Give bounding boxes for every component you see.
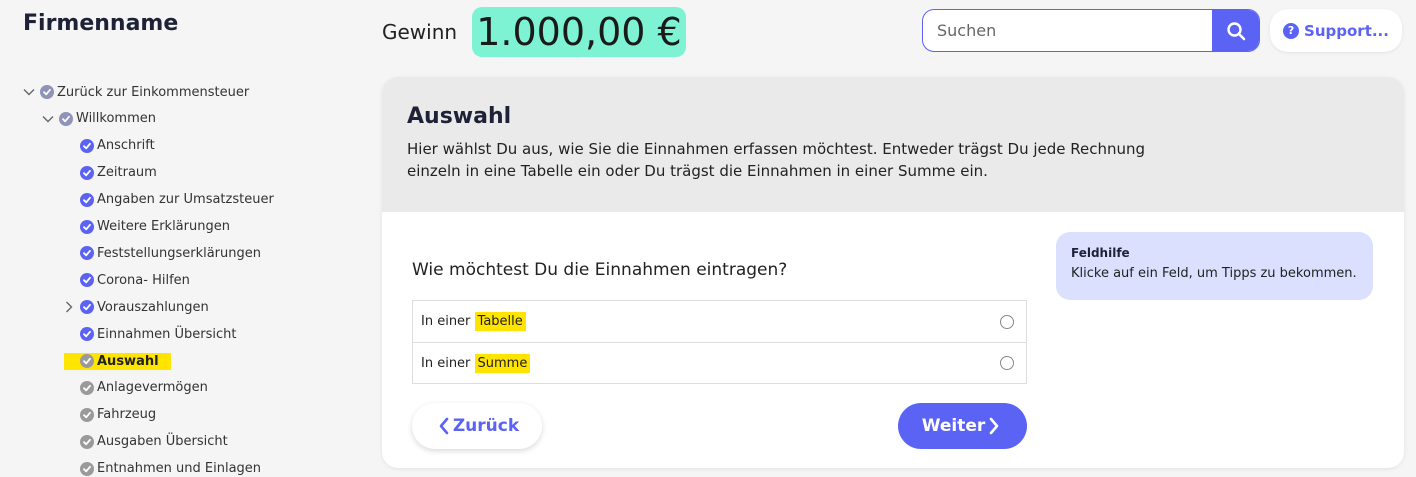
search-input[interactable] xyxy=(923,10,1212,51)
sidebar-item-content: Vorauszahlungen xyxy=(80,300,209,315)
sidebar-item[interactable]: Zeitraum xyxy=(80,163,157,183)
sidebar-item[interactable]: Vorauszahlungen xyxy=(62,297,209,317)
sidebar-item[interactable]: Corona- Hilfen xyxy=(80,270,190,290)
sidebar-item-content: Angaben zur Umsatzsteuer xyxy=(80,192,274,207)
sidebar-item-label: Vorauszahlungen xyxy=(97,299,209,315)
option-tabelle[interactable]: In einer Tabelle xyxy=(413,301,1026,342)
sidebar-item-label: Anschrift xyxy=(97,138,155,154)
sidebar-item[interactable]: Anlagevermögen xyxy=(80,378,208,398)
sidebar-item-content: Fahrzeug xyxy=(80,407,156,422)
sidebar-item-content: Weitere Erklärungen xyxy=(80,219,230,234)
sidebar-item-label: Auswahl xyxy=(97,353,159,369)
sidebar-item-content: Zurück zur Einkommensteuer xyxy=(40,85,249,100)
check-circle-icon xyxy=(40,85,54,99)
option-list: In einer Tabelle In einer Summe xyxy=(412,300,1027,384)
sidebar-item[interactable]: Ausgaben Übersicht xyxy=(80,432,228,452)
sidebar-item-label: Angaben zur Umsatzsteuer xyxy=(97,192,274,208)
option-label: In einer Summe xyxy=(421,353,531,373)
option-highlight: Tabelle xyxy=(474,312,526,331)
check-circle-icon xyxy=(80,354,94,368)
company-name: Firmenname xyxy=(23,11,179,36)
chevron-right-icon[interactable] xyxy=(62,300,76,314)
sidebar-item-label: Anlagevermögen xyxy=(97,380,208,396)
page-title: Auswahl xyxy=(407,104,512,129)
sidebar-item[interactable]: Entnahmen und Einlagen xyxy=(80,459,261,477)
sidebar-item-label: Willkommen xyxy=(76,111,156,127)
search-button[interactable] xyxy=(1212,10,1259,51)
sidebar-item-label: Fahrzeug xyxy=(97,407,157,423)
help-title: Feldhilfe xyxy=(1071,246,1130,260)
sidebar-item-content: Willkommen xyxy=(59,111,156,126)
chevron-left-icon xyxy=(439,417,449,435)
sidebar-item[interactable]: Auswahl xyxy=(64,351,171,371)
back-button[interactable]: Zurück xyxy=(412,403,542,449)
sidebar-item-content: Auswahl xyxy=(64,352,171,370)
option-prefix: In einer xyxy=(421,355,475,371)
main-card: Auswahl Hier wählst Du aus, wie Sie die … xyxy=(382,77,1404,468)
search-icon xyxy=(1226,21,1245,40)
sidebar-item-content: Corona- Hilfen xyxy=(80,273,190,288)
sidebar-item[interactable]: Anschrift xyxy=(80,136,155,156)
option-highlight: Summe xyxy=(474,353,531,373)
profit-label: Gewinn xyxy=(382,20,458,44)
check-circle-icon xyxy=(80,273,94,288)
support-button[interactable]: ? Support... xyxy=(1270,9,1402,52)
support-label: Support... xyxy=(1304,21,1389,40)
card-header: Auswahl Hier wählst Du aus, wie Sie die … xyxy=(382,77,1404,212)
sidebar-item[interactable]: Willkommen xyxy=(41,109,156,129)
sidebar-item-content: Anlagevermögen xyxy=(80,380,208,395)
check-circle-icon xyxy=(80,380,94,395)
sidebar-item-label: Corona- Hilfen xyxy=(97,272,190,288)
option-radio[interactable] xyxy=(1000,356,1014,370)
check-circle-icon xyxy=(80,192,94,207)
question-label: Wie möchtest Du die Einnahmen eintragen? xyxy=(412,260,788,280)
sidebar-item-label: Zurück zur Einkommensteuer xyxy=(57,84,250,100)
sidebar-item-content: Anschrift xyxy=(80,138,155,153)
profit-value: 1.000,00 € xyxy=(472,7,686,57)
back-label: Zurück xyxy=(452,416,520,436)
sidebar-item[interactable]: Fahrzeug xyxy=(80,405,156,425)
check-circle-icon xyxy=(80,434,94,449)
option-radio[interactable] xyxy=(1000,314,1014,329)
sidebar-item[interactable]: Zurück zur Einkommensteuer xyxy=(22,82,249,102)
sidebar-item[interactable]: Einnahmen Übersicht xyxy=(80,324,237,344)
sidebar-item-label: Ausgaben Übersicht xyxy=(97,434,228,450)
sidebar-item-label: Zeitraum xyxy=(97,165,157,181)
help-question-icon: ? xyxy=(1283,22,1300,39)
sidebar-item[interactable]: Feststellungserklärungen xyxy=(80,243,261,263)
sidebar-item[interactable]: Angaben zur Umsatzsteuer xyxy=(80,190,274,210)
check-circle-icon xyxy=(59,111,73,126)
sidebar-item-label: Weitere Erklärungen xyxy=(97,219,230,234)
sidebar-item-label: Entnahmen und Einlagen xyxy=(97,461,262,477)
sidebar-item-label: Feststellungserklärungen xyxy=(97,245,261,261)
sidebar-item-label: Einnahmen Übersicht xyxy=(97,326,237,342)
chevron-right-icon xyxy=(989,417,999,435)
chevron-down-icon[interactable] xyxy=(41,112,55,126)
search-bar xyxy=(922,9,1260,52)
chevron-down-icon[interactable] xyxy=(22,85,36,99)
check-circle-icon xyxy=(80,407,94,422)
page-description: Hier wählst Du aus, wie Sie die Einnahme… xyxy=(407,140,1146,180)
help-text: Klicke auf ein Feld, um Tipps zu bekomme… xyxy=(1071,266,1357,281)
next-label: Weiter xyxy=(921,416,986,436)
sidebar-item-content: Zeitraum xyxy=(80,165,157,180)
sidebar-item[interactable]: Weitere Erklärungen xyxy=(80,217,230,237)
sidebar-item-content: Ausgaben Übersicht xyxy=(80,434,228,449)
check-circle-icon xyxy=(80,219,94,234)
check-circle-icon xyxy=(80,138,94,153)
sidebar-item-content: Feststellungserklärungen xyxy=(80,246,261,261)
option-summe[interactable]: In einer Summe xyxy=(413,342,1026,383)
option-label: In einer Tabelle xyxy=(421,312,526,331)
field-help: Feldhilfe Klicke auf ein Feld, um Tipps … xyxy=(1056,232,1373,300)
option-prefix: In einer xyxy=(421,314,475,329)
check-circle-icon xyxy=(80,246,94,261)
check-circle-icon xyxy=(80,300,94,315)
check-circle-icon xyxy=(80,327,94,342)
sidebar-item-content: Entnahmen und Einlagen xyxy=(80,461,261,476)
check-circle-icon xyxy=(80,165,94,180)
sidebar-item-content: Einnahmen Übersicht xyxy=(80,327,237,342)
next-button[interactable]: Weiter xyxy=(898,403,1027,449)
check-circle-icon xyxy=(80,461,94,476)
